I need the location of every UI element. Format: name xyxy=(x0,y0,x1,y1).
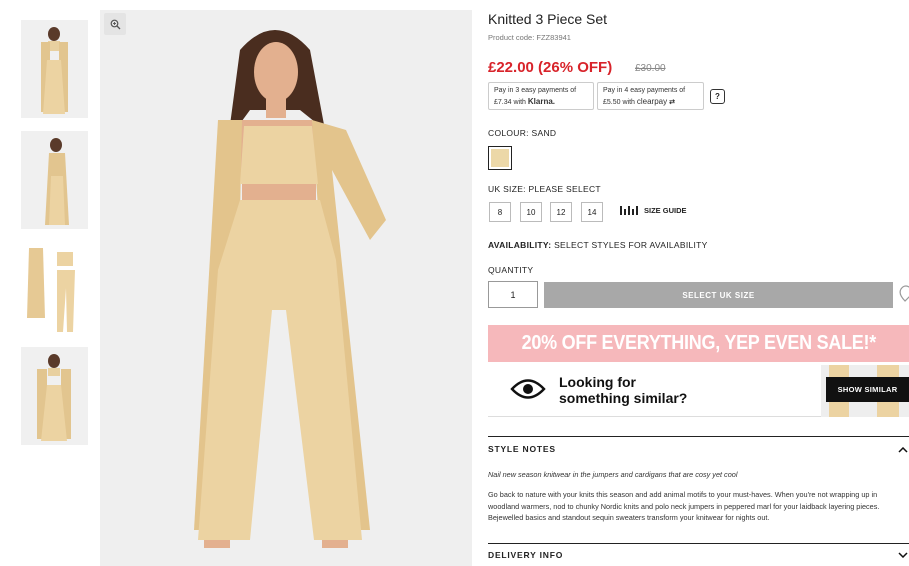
size-option-14[interactable]: 14 xyxy=(581,202,603,222)
divider xyxy=(488,543,909,544)
product-photo xyxy=(100,10,472,566)
clearpay-arrow-icon: ⇄ xyxy=(669,99,675,106)
thumbnail-image xyxy=(21,20,88,118)
original-price: £30.00 xyxy=(635,63,666,74)
product-code: Product code: FZZ83941 xyxy=(488,33,571,42)
availability-row: AVAILABILITY: SELECT STYLES FOR AVAILABI… xyxy=(488,240,708,250)
klarna-line-2-row: £7.34 with Klarna. xyxy=(494,96,588,108)
promo-banner[interactable]: 20% OFF EVERYTHING, YEP EVEN SALE!* xyxy=(488,325,909,362)
size-label-row: UK SIZE: PLEASE SELECT xyxy=(488,184,601,194)
thumbnail-image xyxy=(21,238,88,336)
thumbnail-2[interactable] xyxy=(21,131,88,229)
thumbnail-4[interactable] xyxy=(21,347,88,445)
show-similar-button[interactable]: SHOW SIMILAR xyxy=(826,377,909,402)
klarna-logo: Klarna. xyxy=(527,97,555,106)
eye-icon xyxy=(510,379,546,399)
colour-value: SAND xyxy=(531,128,557,138)
clearpay-logo: clearpay xyxy=(636,97,668,106)
size-option-8[interactable]: 8 xyxy=(489,202,511,222)
clearpay-line-2: £5.50 with xyxy=(603,99,635,106)
promo-text: 20% OFF EVERYTHING, YEP EVEN SALE!* xyxy=(521,332,876,354)
style-notes-heading[interactable]: STYLE NOTES xyxy=(488,444,556,454)
chevron-up-icon[interactable] xyxy=(898,447,908,453)
wishlist-heart-icon[interactable] xyxy=(898,284,909,304)
colour-label-row: COLOUR: SAND xyxy=(488,128,556,138)
klarna-line-2: £7.34 with xyxy=(494,99,526,106)
product-title: Knitted 3 Piece Set xyxy=(488,11,608,27)
similar-line-1: Looking for xyxy=(559,374,636,390)
size-option-10[interactable]: 10 xyxy=(520,202,542,222)
thumbnail-3[interactable] xyxy=(21,238,88,336)
help-icon[interactable]: ? xyxy=(710,89,725,104)
colour-label: COLOUR: xyxy=(488,128,529,138)
klarna-payment-option[interactable]: Pay in 3 easy payments of £7.34 with Kla… xyxy=(488,82,594,110)
main-product-image[interactable] xyxy=(100,10,472,566)
size-label: UK SIZE: xyxy=(488,184,526,194)
swatch-fill xyxy=(491,149,509,167)
delivery-info-heading[interactable]: DELIVERY INFO xyxy=(488,550,563,560)
divider xyxy=(488,436,909,437)
thumbnail-1[interactable] xyxy=(21,20,88,118)
clearpay-line-1: Pay in 4 easy payments of xyxy=(603,87,686,94)
size-guide-icon xyxy=(620,206,638,215)
klarna-line-1: Pay in 3 easy payments of xyxy=(494,87,577,94)
quantity-label: QUANTITY xyxy=(488,265,534,275)
thumbnail-image xyxy=(21,131,88,229)
clearpay-line-2-row: £5.50 with clearpay ⇄ xyxy=(603,96,698,108)
availability-label: AVAILABILITY: xyxy=(488,240,552,250)
chevron-down-icon[interactable] xyxy=(898,552,908,558)
size-value: PLEASE SELECT xyxy=(528,184,601,194)
quantity-input[interactable]: 1 xyxy=(488,281,538,308)
size-guide-label: SIZE GUIDE xyxy=(644,206,687,215)
sale-price: £22.00 (26% OFF) xyxy=(488,59,613,76)
size-guide-link[interactable]: SIZE GUIDE xyxy=(620,206,687,215)
thumbnail-image xyxy=(21,347,88,445)
clearpay-payment-option[interactable]: Pay in 4 easy payments of £5.50 with cle… xyxy=(597,82,704,110)
similar-line-2: something similar? xyxy=(559,390,688,406)
similar-prompt: Looking for something similar? xyxy=(559,374,687,406)
availability-value: SELECT STYLES FOR AVAILABILITY xyxy=(554,240,708,250)
colour-swatch-sand[interactable] xyxy=(488,146,512,170)
style-notes-lead: Nail new season knitwear in the jumpers … xyxy=(488,470,738,479)
size-option-12[interactable]: 12 xyxy=(550,202,572,222)
style-notes-body: Go back to nature with your knits this s… xyxy=(488,490,880,522)
add-to-bag-button[interactable]: SELECT UK SIZE xyxy=(544,282,893,308)
zoom-icon[interactable] xyxy=(104,13,126,35)
